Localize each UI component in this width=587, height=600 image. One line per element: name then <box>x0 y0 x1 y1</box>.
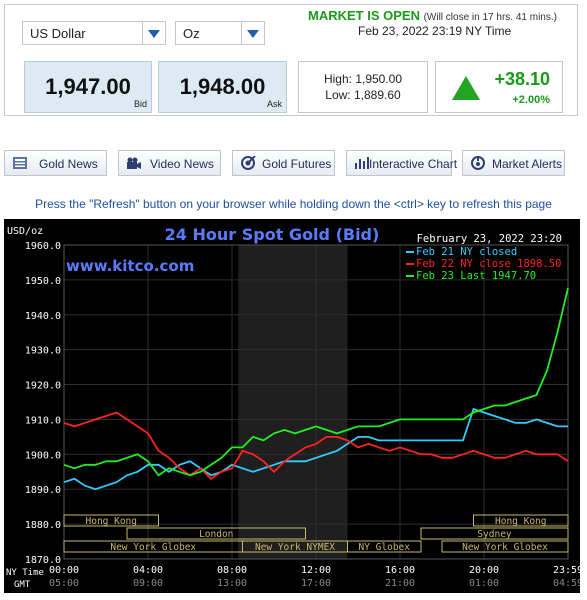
video-news-label: Video News <box>150 157 214 171</box>
legend-entry: Feb 21 NY closed <box>416 246 517 258</box>
x-tick-gmt: 09:00 <box>133 578 163 589</box>
x-tick-ny: 00:00 <box>49 565 79 576</box>
x-tick-gmt: 04:59 <box>553 578 580 589</box>
refresh-instructions: Press the "Refresh" button on your brows… <box>35 197 552 211</box>
change-amount: +38.10 <box>494 69 550 89</box>
y-tick-label: 1940.0 <box>25 311 61 322</box>
x-tick-ny: 16:00 <box>385 565 415 576</box>
news-icon <box>13 157 27 169</box>
x-tick-ny: 08:00 <box>217 565 247 576</box>
chevron-down-icon[interactable] <box>142 22 165 44</box>
market-status: MARKET IS OPEN (Will close in 17 hrs. 41… <box>308 8 557 23</box>
gold-futures-label: Gold Futures <box>262 157 332 171</box>
x-tick-gmt: 01:00 <box>469 578 499 589</box>
gold-news-label: Gold News <box>39 157 98 171</box>
session-label: New York NYMEX <box>255 542 335 553</box>
session-label: Sydney <box>477 529 512 540</box>
gold-news-button[interactable]: Gold News <box>4 150 107 176</box>
high-value: High: 1,950.00 <box>323 72 403 86</box>
x-tick-gmt: 13:00 <box>217 578 247 589</box>
low-value: Low: 1,889.60 <box>325 88 401 102</box>
y-tick-label: 1880.0 <box>25 520 61 531</box>
ny-time-row-label: NY Time <box>6 568 44 578</box>
x-tick-gmt: 17:00 <box>301 578 331 589</box>
futures-icon <box>241 156 256 170</box>
video-news-button[interactable]: Video News <box>118 150 221 176</box>
ask-label: Ask <box>266 99 282 109</box>
bid-label: Bid <box>133 99 147 109</box>
gold-price-chart: 1960.0 1950.0 1940.0 1930.0 1920.0 1910.0 1900… <box>4 219 580 593</box>
session-label: Hong Kong <box>495 516 546 527</box>
y-tick-label: 1900.0 <box>25 450 61 461</box>
video-camera-icon <box>127 157 141 169</box>
bid-box: 1,947.00 Bid <box>24 61 152 113</box>
watermark: www.kitco.com <box>66 257 194 275</box>
x-tick-ny: 04:00 <box>133 565 163 576</box>
interactive-chart-label: Interactive Chart <box>369 157 458 171</box>
market-alerts-button[interactable]: Market Alerts <box>462 150 565 176</box>
session-label: London <box>199 529 233 540</box>
unit-select-value: Oz <box>183 26 200 41</box>
x-tick-gmt: 21:00 <box>385 578 415 589</box>
legend-entry: Feb 23 Last 1947.70 <box>416 270 536 282</box>
y-tick-label: 1890.0 <box>25 485 61 496</box>
y-tick-label: 1910.0 <box>25 415 61 426</box>
currency-select[interactable]: US Dollar <box>22 21 166 45</box>
gmt-row-label: GMT <box>14 580 31 590</box>
chart-title: 24 Hour Spot Gold (Bid) <box>165 225 380 244</box>
y-tick-label: 1960.0 <box>25 241 61 252</box>
currency-select-value: US Dollar <box>30 26 86 41</box>
x-tick-gmt: 05:00 <box>49 578 79 589</box>
ask-box: 1,948.00 Ask <box>158 61 287 113</box>
market-status-text: MARKET IS OPEN <box>308 8 420 23</box>
y-tick-label: 1930.0 <box>25 346 61 357</box>
ask-price: 1,948.00 <box>179 74 266 99</box>
market-timestamp: Feb 23, 2022 23:19 NY Time <box>358 24 512 38</box>
x-tick-ny: 23:59 <box>553 565 580 576</box>
y-unit-label: USD/oz <box>7 226 43 237</box>
unit-select[interactable]: Oz <box>175 21 265 45</box>
up-arrow-icon <box>452 76 480 100</box>
session-label: New York Globex <box>110 542 196 553</box>
market-close-note: (Will close in 17 hrs. 41 mins.) <box>423 12 557 23</box>
alert-icon <box>471 156 485 170</box>
bid-price: 1,947.00 <box>45 74 131 99</box>
nymex-session-shade <box>238 245 348 559</box>
gold-futures-button[interactable]: Gold Futures <box>232 150 335 176</box>
x-tick-ny: 20:00 <box>469 565 499 576</box>
x-tick-ny: 12:00 <box>301 565 331 576</box>
bar-chart-icon <box>355 157 369 169</box>
interactive-chart-button[interactable]: Interactive Chart <box>346 150 457 176</box>
y-tick-label: 1920.0 <box>25 381 61 392</box>
chevron-down-icon[interactable] <box>241 22 264 44</box>
session-label: NY Globex <box>359 542 411 553</box>
market-alerts-label: Market Alerts <box>492 157 563 171</box>
session-label: Hong Kong <box>86 516 137 527</box>
session-label: New York Globex <box>462 542 548 553</box>
change-box: +38.10 +2.00% <box>435 61 563 113</box>
chart-date: February 23, 2022 23:20 <box>417 233 562 245</box>
legend-entry: Feb 22 NY close 1898.50 <box>416 258 561 270</box>
high-low-box: High: 1,950.00 Low: 1,889.60 <box>298 61 428 113</box>
y-tick-label: 1950.0 <box>25 276 61 287</box>
change-percent: +2.00% <box>512 94 550 106</box>
